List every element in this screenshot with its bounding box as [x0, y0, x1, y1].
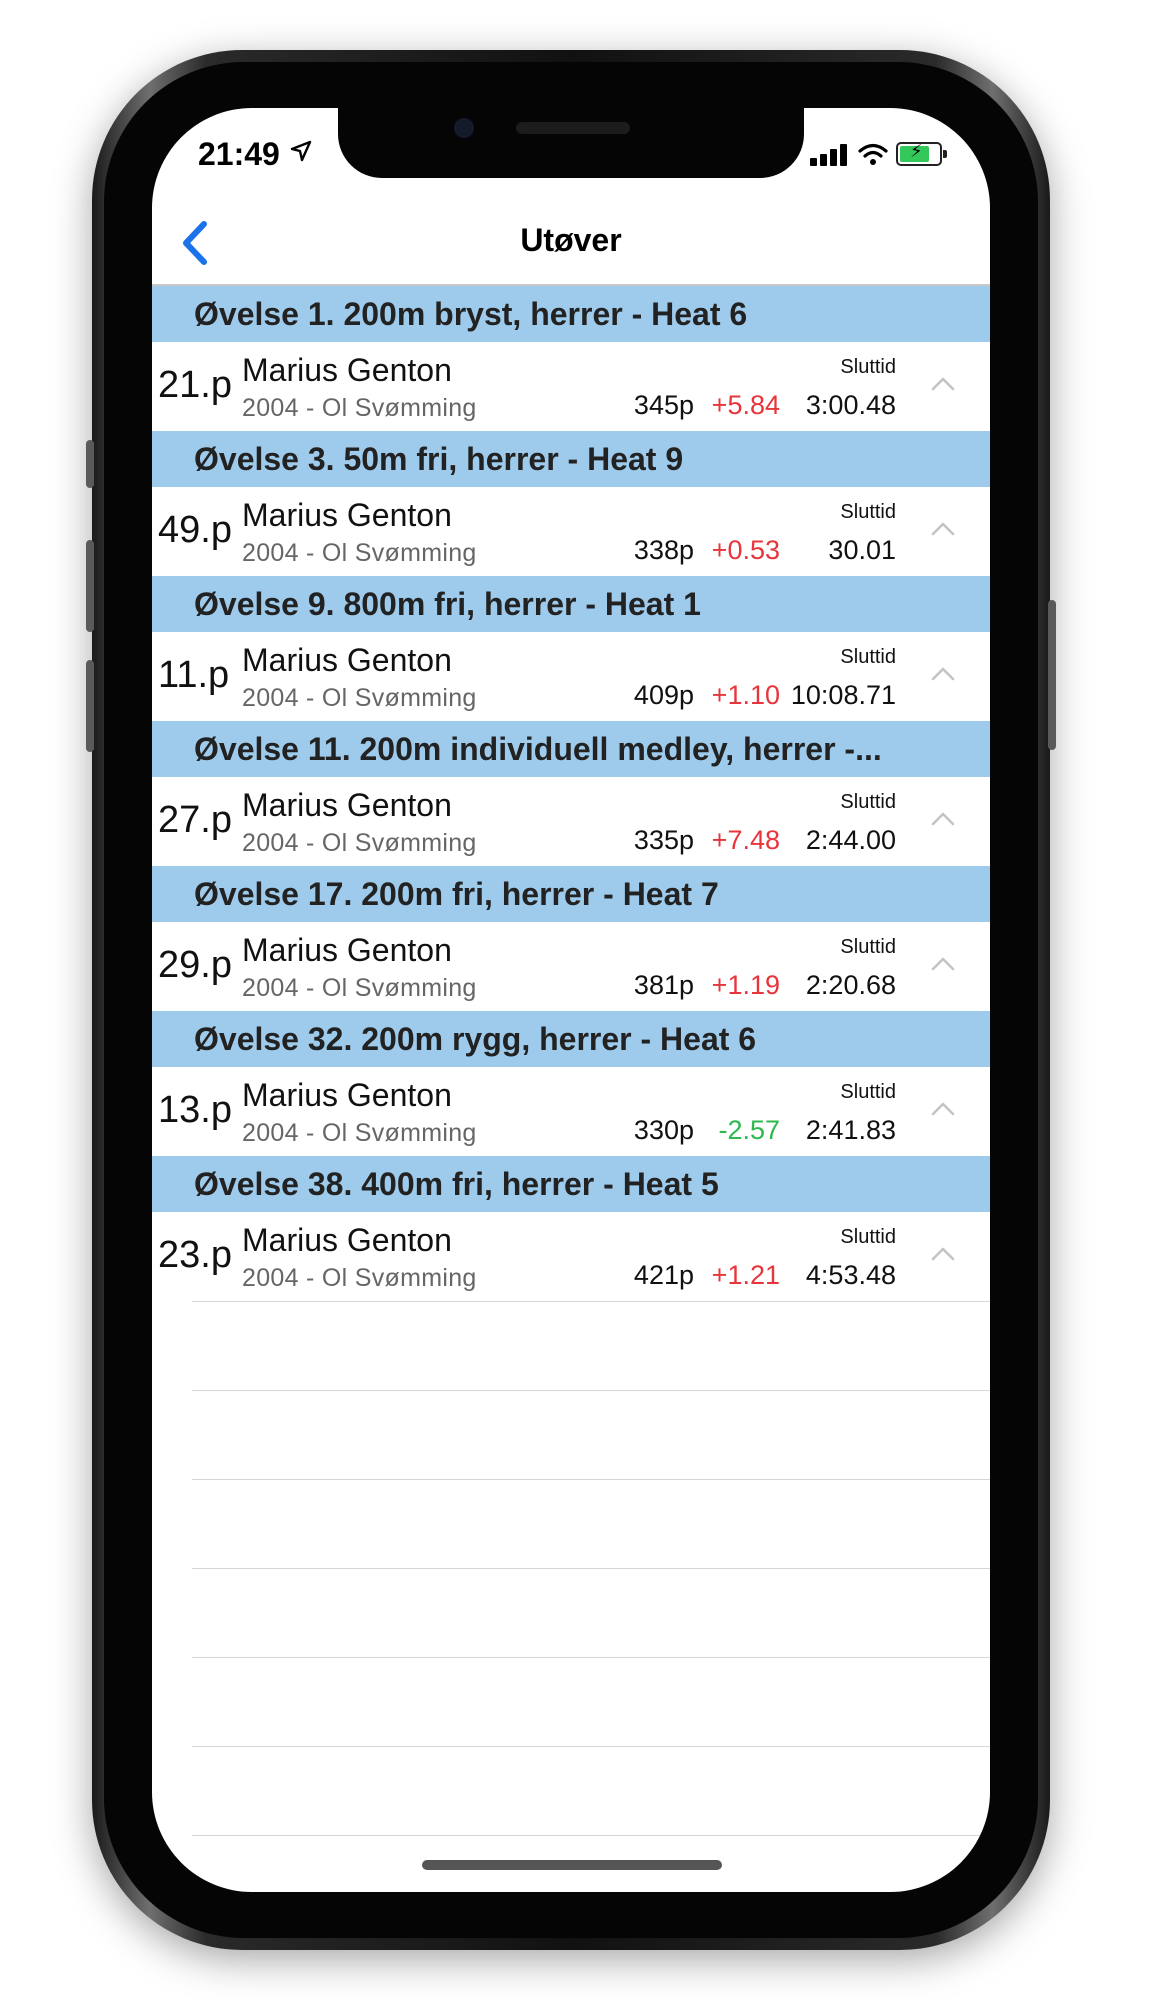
location-arrow-icon [290, 140, 312, 169]
points: 345p [633, 390, 694, 420]
points: 421p [633, 1260, 694, 1290]
athlete-name: Marius Genton [242, 932, 452, 968]
page-title: Utøver [520, 222, 622, 258]
athlete-subtitle: 2004 - Ol Svømming [242, 1119, 477, 1147]
time-difference: +5.84 [711, 390, 780, 420]
athlete-name: Marius Genton [242, 497, 452, 533]
power-button [1048, 600, 1056, 750]
placement: 49.p [158, 509, 232, 551]
points: 338p [633, 535, 694, 565]
chevron-up-icon[interactable] [930, 521, 956, 537]
final-time: 4:53.48 [805, 1260, 896, 1290]
chevron-up-icon[interactable] [930, 811, 956, 827]
time-difference: +1.19 [711, 970, 780, 1000]
points: 330p [633, 1115, 694, 1145]
final-time-label: Sluttid [840, 1081, 896, 1103]
cellular-signal-icon [810, 144, 848, 166]
result-row[interactable]: 49.p Marius Genton 2004 - Ol Svømming Slutt… [152, 487, 990, 576]
final-time: 2:41.83 [805, 1115, 896, 1145]
final-time-label: Sluttid [840, 501, 896, 523]
placement: 21.p [158, 364, 232, 406]
section-header: Øvelse 9. 800m fri, herrer - Heat 1 [152, 576, 990, 632]
empty-list-row [192, 1301, 990, 1390]
athlete-name: Marius Genton [242, 352, 452, 388]
empty-list-row [192, 1479, 990, 1568]
final-time: 30.01 [828, 535, 896, 565]
chevron-up-icon[interactable] [930, 956, 956, 972]
athlete-name: Marius Genton [242, 642, 452, 678]
final-time: 10:08.71 [790, 680, 896, 710]
wifi-icon [858, 142, 888, 173]
athlete-name: Marius Genton [242, 787, 452, 823]
section-header: Øvelse 3. 50m fri, herrer - Heat 9 [152, 431, 990, 487]
empty-list-row [192, 1657, 990, 1746]
athlete-subtitle: 2004 - Ol Svømming [242, 684, 477, 712]
time-difference: +1.10 [711, 680, 780, 710]
mute-switch [86, 440, 94, 488]
points: 409p [633, 680, 694, 710]
final-time: 3:00.48 [805, 390, 896, 420]
points: 381p [633, 970, 694, 1000]
chevron-up-icon[interactable] [930, 376, 956, 392]
result-row[interactable]: 11.p Marius Genton 2004 - Ol Svømming Slutt… [152, 632, 990, 721]
result-row[interactable]: 29.p Marius Genton 2004 - Ol Svømming Slutt… [152, 922, 990, 1011]
result-row[interactable]: 23.p Marius Genton 2004 - Ol Svømming Slutt… [152, 1212, 990, 1301]
notch [338, 108, 804, 178]
result-row[interactable]: 21.p Marius Genton 2004 - Ol Svømming Slutt… [152, 342, 990, 431]
chevron-up-icon[interactable] [930, 666, 956, 682]
athlete-subtitle: 2004 - Ol Svømming [242, 1264, 477, 1292]
home-indicator[interactable] [422, 1860, 722, 1870]
final-time-label: Sluttid [840, 356, 896, 378]
chevron-up-icon[interactable] [930, 1101, 956, 1117]
section-header: Øvelse 17. 200m fri, herrer - Heat 7 [152, 866, 990, 922]
placement: 23.p [158, 1234, 232, 1276]
section-header: Øvelse 32. 200m rygg, herrer - Heat 6 [152, 1011, 990, 1067]
placement: 29.p [158, 944, 232, 986]
final-time-label: Sluttid [840, 936, 896, 958]
section-header: Øvelse 1. 200m bryst, herrer - Heat 6 [152, 286, 990, 342]
athlete-subtitle: 2004 - Ol Svømming [242, 829, 477, 857]
final-time: 2:20.68 [805, 970, 896, 1000]
athlete-name: Marius Genton [242, 1077, 452, 1113]
placement: 13.p [158, 1089, 232, 1131]
time-difference: -2.57 [718, 1115, 780, 1145]
points: 335p [633, 825, 694, 855]
placement: 27.p [158, 799, 232, 841]
results-list: Øvelse 1. 200m bryst, herrer - Heat 6 21.… [152, 286, 990, 1892]
final-time-label: Sluttid [840, 646, 896, 668]
athlete-subtitle: 2004 - Ol Svømming [242, 394, 477, 422]
final-time-label: Sluttid [840, 1226, 896, 1248]
final-time: 2:44.00 [805, 825, 896, 855]
final-time-label: Sluttid [840, 791, 896, 813]
athlete-subtitle: 2004 - Ol Svømming [242, 974, 477, 1002]
speaker-grille [516, 122, 630, 134]
placement: 11.p [158, 654, 230, 696]
section-header: Øvelse 38. 400m fri, herrer - Heat 5 [152, 1156, 990, 1212]
empty-list-row [192, 1746, 990, 1835]
status-time: 21:49 [198, 136, 280, 172]
volume-down-button [86, 660, 94, 752]
result-row[interactable]: 13.p Marius Genton 2004 - Ol Svømming Slutt… [152, 1067, 990, 1156]
empty-list-row [192, 1568, 990, 1657]
athlete-subtitle: 2004 - Ol Svømming [242, 539, 477, 567]
result-row[interactable]: 27.p Marius Genton 2004 - Ol Svømming Slutt… [152, 777, 990, 866]
phone-screen: 21:49 ⚡ Utøver Øvelse 1. 200m bryst, her… [152, 108, 990, 1892]
time-difference: +7.48 [711, 825, 780, 855]
chevron-up-icon[interactable] [930, 1246, 956, 1262]
time-difference: +1.21 [711, 1260, 780, 1290]
empty-list-row [192, 1390, 990, 1479]
section-header: Øvelse 11. 200m individuell medley, herr… [152, 721, 990, 777]
volume-up-button [86, 540, 94, 632]
battery-charging-icon: ⚡ [896, 141, 947, 166]
athlete-name: Marius Genton [242, 1222, 452, 1258]
front-camera-icon [454, 118, 474, 138]
time-difference: +0.53 [711, 535, 780, 565]
